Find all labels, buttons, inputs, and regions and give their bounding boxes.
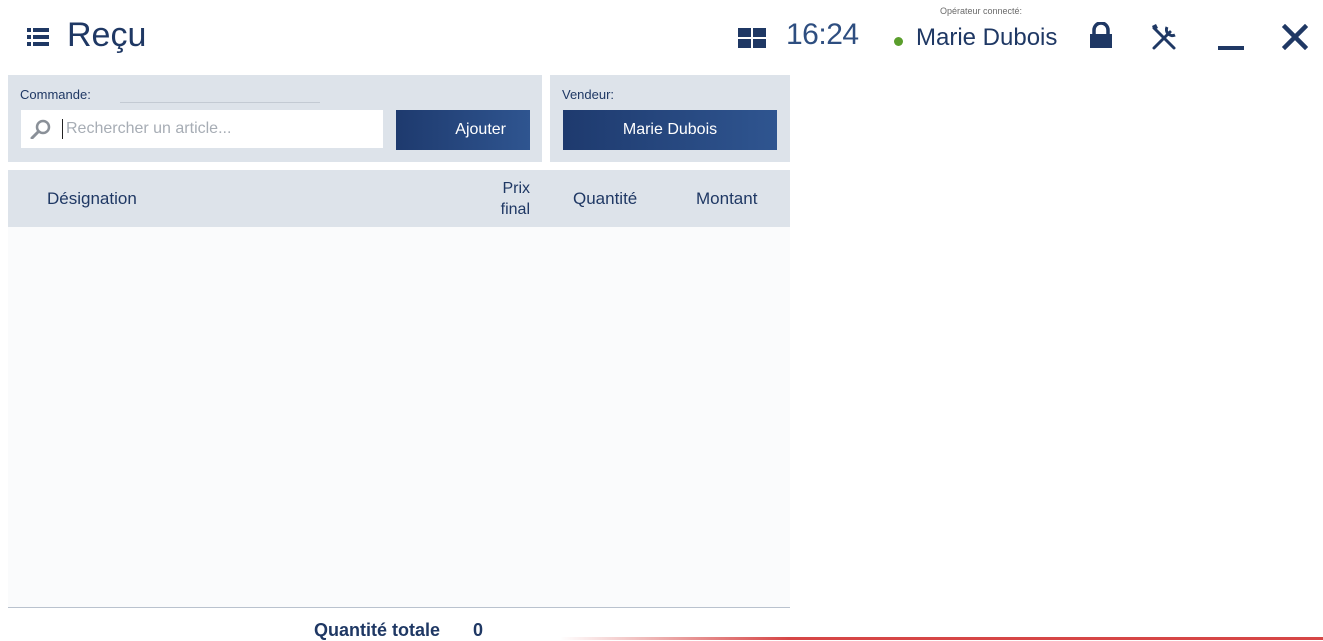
seller-button[interactable]: Marie Dubois: [563, 110, 777, 150]
column-header-quantity[interactable]: Quantité: [573, 189, 637, 209]
operator-name[interactable]: Marie Dubois: [916, 24, 1057, 52]
order-number-field[interactable]: [120, 102, 320, 103]
top-bar: Reçu 16:24 Opérateur connecté: Marie Dub…: [0, 0, 1323, 75]
lock-icon[interactable]: [1089, 22, 1113, 50]
online-status-dot: [894, 37, 903, 46]
page-title: Reçu: [67, 16, 147, 54]
seller-panel: Vendeur: Marie Dubois: [550, 75, 790, 162]
operator-caption: Opérateur connecté:: [940, 6, 1023, 16]
receipt-items-list[interactable]: [8, 227, 790, 607]
text-caret: [62, 119, 63, 139]
footer-divider: [8, 607, 790, 608]
order-label: Commande:: [20, 87, 91, 102]
table-header: Désignation Prix final Quantité Montant: [8, 170, 790, 227]
search-input[interactable]: [66, 113, 376, 145]
close-icon[interactable]: [1282, 24, 1308, 50]
total-quantity-value: 0: [473, 620, 484, 640]
column-header-final-price-line1: Prix: [502, 180, 530, 197]
tiles-icon[interactable]: [738, 28, 766, 48]
column-header-final-price-line2: final: [500, 201, 530, 218]
minimize-icon[interactable]: [1218, 26, 1244, 52]
tools-icon[interactable]: [1150, 22, 1180, 52]
order-panel: Commande: Ajouter: [8, 75, 542, 162]
column-header-designation[interactable]: Désignation: [47, 189, 137, 209]
add-button[interactable]: Ajouter: [396, 110, 530, 150]
total-quantity-label: Quantité totale: [314, 620, 441, 640]
column-header-final-price[interactable]: Prix final: [448, 178, 530, 220]
clock: 16:24: [786, 18, 859, 51]
column-header-amount[interactable]: Montant: [696, 189, 757, 209]
list-menu-icon[interactable]: [27, 27, 49, 47]
seller-label: Vendeur:: [562, 87, 615, 102]
